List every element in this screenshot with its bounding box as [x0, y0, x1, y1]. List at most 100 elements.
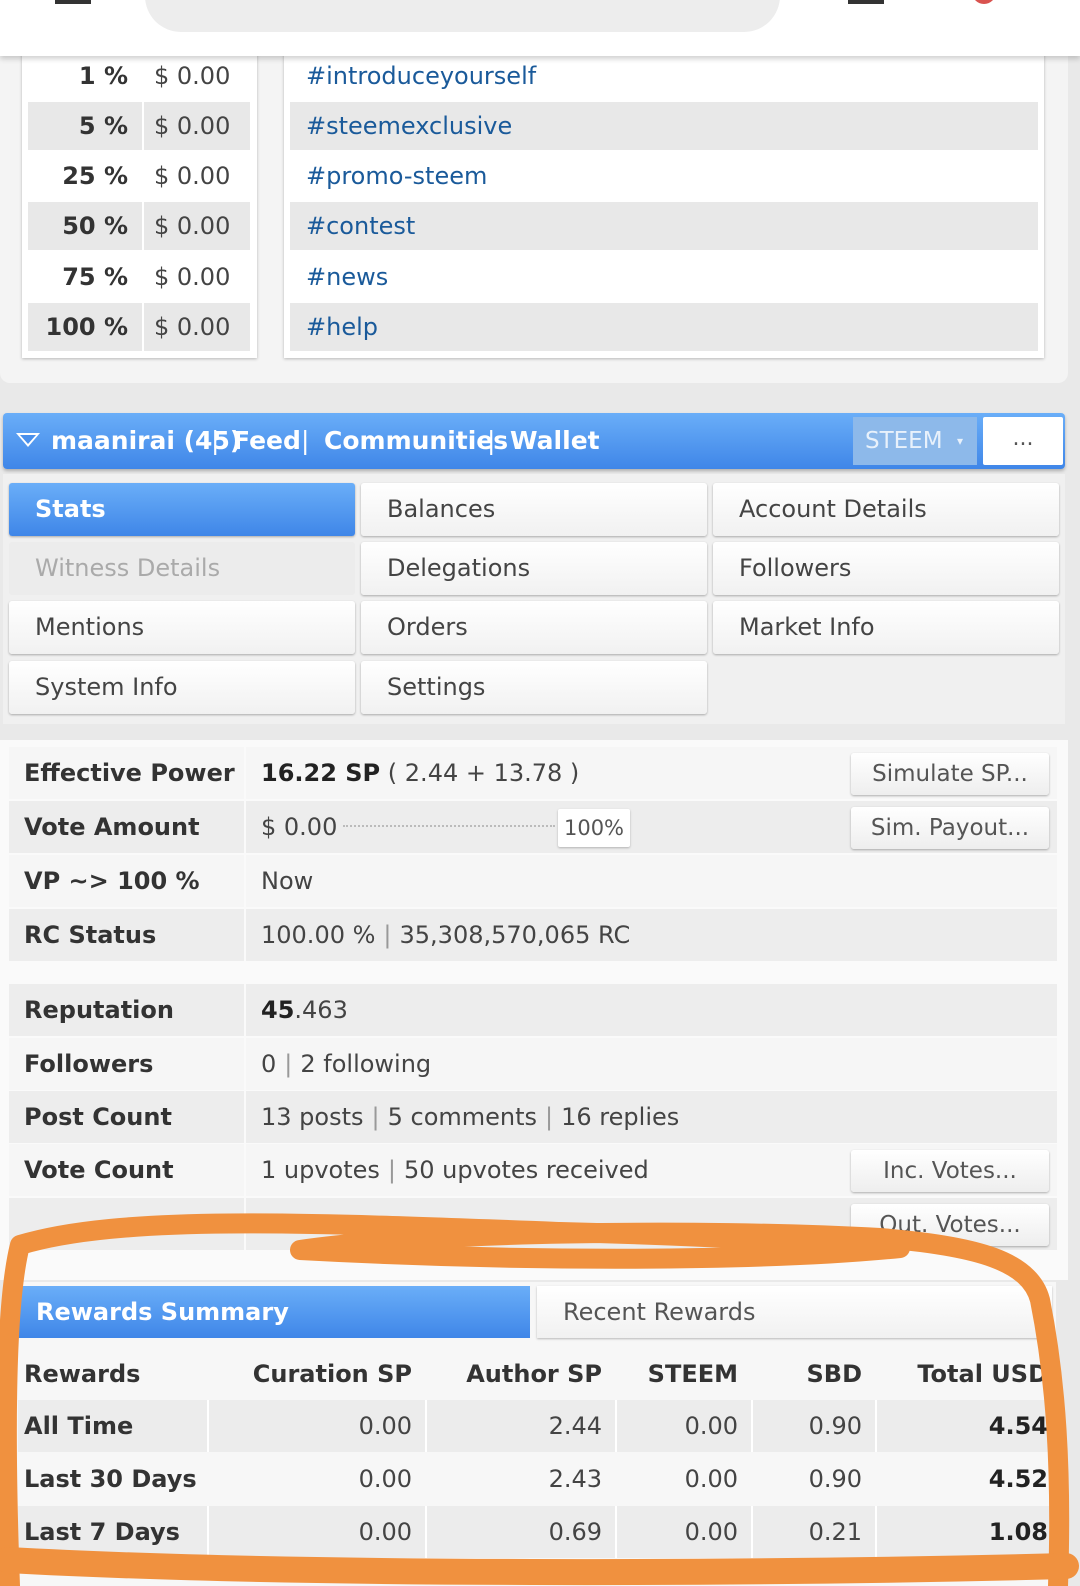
- separator: |: [211, 426, 220, 455]
- vote-pct: 50 %: [28, 202, 142, 250]
- vote-and-tags-panel: 1 % $ 0.00 5 % $ 0.00 25 % $ 0.00 50 % $…: [0, 0, 1068, 383]
- chain-select-value: STEEM: [865, 428, 943, 454]
- posts-count: 13 posts: [261, 1103, 364, 1131]
- vote-pct: 5 %: [28, 102, 142, 150]
- tag-link[interactable]: #help: [290, 303, 1038, 351]
- sbd-cell: 0.21: [808, 1518, 862, 1546]
- tab-market-info[interactable]: Market Info: [713, 601, 1059, 654]
- vote-pct: 75 %: [62, 263, 128, 291]
- communities-link[interactable]: Communities: [324, 413, 508, 469]
- separator: |: [387, 1156, 397, 1184]
- tab-recent-rewards[interactable]: Recent Rewards: [537, 1286, 1052, 1338]
- col-header-curation-sp: Curation SP: [252, 1360, 412, 1388]
- rewards-period: All Time: [24, 1412, 134, 1440]
- sim-payout-button[interactable]: Sim. Payout...: [851, 807, 1049, 849]
- stat-label: Post Count: [9, 1091, 244, 1143]
- col-header-sbd: SBD: [806, 1360, 863, 1388]
- feed-link[interactable]: Feed: [233, 413, 301, 469]
- tab-balances[interactable]: Balances: [361, 483, 707, 536]
- more-button[interactable]: ...: [983, 417, 1063, 465]
- stat-label: RC Status: [9, 909, 244, 961]
- stat-value: 1 upvotes | 50 upvotes received Inc. Votes…: [246, 1144, 1057, 1196]
- notification-icon[interactable]: [848, 0, 884, 4]
- rewards-panel: Rewards Summary Recent Rewards Rewards C…: [16, 1282, 1056, 1586]
- stat-value: 16.22 SP ( 2.44 + 13.78 ) Simulate SP...: [246, 747, 1057, 799]
- steem-cell: 0.00: [684, 1465, 738, 1493]
- steem-cell: 0.00: [684, 1518, 738, 1546]
- stat-value: 0 | 2 following: [246, 1038, 1057, 1090]
- tab-delegations[interactable]: Delegations: [361, 542, 707, 595]
- vote-pct: 1 %: [78, 62, 128, 90]
- vote-usd: $ 0.00: [154, 62, 231, 90]
- reputation-whole: 45: [261, 996, 295, 1024]
- vote-usd: $ 0.00: [154, 263, 231, 291]
- vote-usd: $ 0.00: [144, 202, 250, 250]
- hamburger-menu-icon[interactable]: [55, 0, 91, 4]
- separator: |: [301, 426, 310, 455]
- col-header-total-usd: Total USD: [917, 1360, 1048, 1388]
- account-menu: Stats Balances Account Details Witness D…: [3, 474, 1065, 724]
- separator: |: [487, 426, 496, 455]
- tab-stats[interactable]: Stats: [9, 483, 355, 536]
- stat-reputation: Reputation 45.463: [9, 984, 1057, 1036]
- stat-label: Vote Amount: [9, 801, 244, 853]
- tags-list: #introduceyourself #steemexclusive #prom…: [284, 50, 1044, 358]
- tag-link[interactable]: #contest: [290, 202, 1038, 250]
- rc-amount: 35,308,570,065 RC: [399, 921, 631, 949]
- account-bar: maanirai (45) | Feed | Communities | Wal…: [3, 413, 1065, 469]
- inc-votes-button[interactable]: Inc. Votes...: [851, 1150, 1049, 1192]
- effective-power-detail: ( 2.44 + 13.78 ): [387, 759, 580, 787]
- avatar[interactable]: [972, 0, 996, 4]
- tab-rewards-summary[interactable]: Rewards Summary: [18, 1286, 530, 1338]
- stat-vote-count: Vote Count 1 upvotes | 50 upvotes received…: [9, 1144, 1057, 1196]
- vote-value-row: 100 % $ 0.00: [28, 303, 250, 351]
- tab-settings[interactable]: Settings: [361, 661, 707, 714]
- simulate-sp-button[interactable]: Simulate SP...: [851, 753, 1049, 795]
- stat-label: Vote Count: [9, 1144, 244, 1196]
- tab-account-details[interactable]: Account Details: [713, 483, 1059, 536]
- rewards-row: All Time 0.00 2.44 0.00 0.90 4.54: [18, 1400, 1052, 1452]
- reputation-fraction: .463: [294, 996, 348, 1024]
- vote-usd: $ 0.00: [144, 102, 250, 150]
- rewards-period: Last 7 Days: [24, 1518, 180, 1546]
- tag-link[interactable]: #introduceyourself: [290, 52, 1038, 100]
- out-votes-button[interactable]: Out. Votes...: [851, 1204, 1049, 1246]
- stat-value: 13 posts | 5 comments | 16 replies: [246, 1091, 1057, 1143]
- tab-system-info[interactable]: System Info: [9, 661, 355, 714]
- curation-sp-cell: 0.00: [358, 1465, 412, 1493]
- vote-pct: 25 %: [62, 162, 128, 190]
- vote-amount-value: $ 0.00: [261, 813, 338, 841]
- chain-select[interactable]: STEEM ▾: [853, 417, 977, 465]
- upvotes-given: 1 upvotes: [261, 1156, 380, 1184]
- separator: |: [545, 1103, 554, 1131]
- stat-value: Now: [246, 855, 1057, 907]
- vote-weight-slider[interactable]: [343, 825, 555, 827]
- wallet-link[interactable]: Wallet: [510, 413, 600, 469]
- chevron-down-icon: ▾: [956, 434, 963, 448]
- tab-followers[interactable]: Followers: [713, 542, 1059, 595]
- vote-weight-value[interactable]: 100%: [558, 809, 630, 847]
- separator: |: [371, 1103, 380, 1131]
- tab-mentions[interactable]: Mentions: [9, 601, 355, 654]
- following-count: 2 following: [300, 1050, 432, 1078]
- stat-followers: Followers 0 | 2 following: [9, 1038, 1057, 1090]
- tab-orders[interactable]: Orders: [361, 601, 707, 654]
- stat-effective-power: Effective Power 16.22 SP ( 2.44 + 13.78 …: [9, 747, 1057, 799]
- stats-table: Effective Power 16.22 SP ( 2.44 + 13.78 …: [0, 740, 1068, 1280]
- tag-link[interactable]: #steemexclusive: [290, 102, 1038, 150]
- tag-link[interactable]: #news: [290, 253, 1038, 301]
- rewards-row: Last 7 Days 0.00 0.69 0.00 0.21 1.08: [18, 1506, 1052, 1558]
- tag-link[interactable]: #promo-steem: [290, 152, 1038, 200]
- search-bar[interactable]: [145, 0, 780, 32]
- vote-usd: $ 0.00: [154, 162, 231, 190]
- author-sp-cell: 2.44: [548, 1412, 602, 1440]
- upvotes-received: 50 upvotes received: [404, 1156, 649, 1184]
- top-header: [0, 0, 1080, 56]
- followers-count: 0: [261, 1050, 277, 1078]
- curation-sp-cell: 0.00: [358, 1412, 412, 1440]
- author-sp-cell: 0.69: [548, 1518, 602, 1546]
- total-usd-cell: 4.54: [988, 1412, 1048, 1440]
- stat-label: VP ~> 100 %: [9, 855, 244, 907]
- stat-vp: VP ~> 100 % Now: [9, 855, 1057, 907]
- vote-value-row: 75 % $ 0.00: [28, 253, 250, 301]
